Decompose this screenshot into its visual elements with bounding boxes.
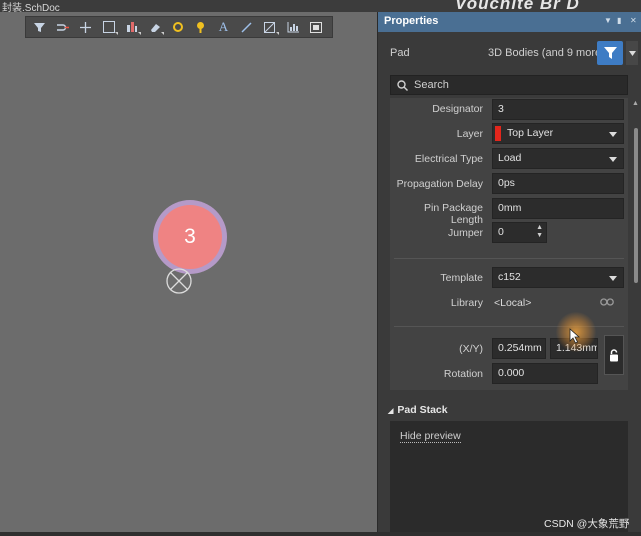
xy-label: (X/Y) [459,343,483,355]
chevron-down-icon [628,50,636,56]
search-input[interactable]: Search [390,75,628,95]
mouse-pointer-icon [569,328,580,344]
propagation-delay-field[interactable]: 0ps [492,173,624,194]
jumper-stepper[interactable]: 0 ▲ ▼ [492,222,547,243]
jumper-value: 0 [498,226,504,238]
link-icon[interactable] [600,297,614,307]
crosshair-icon[interactable] [76,18,95,36]
filter-icon [603,47,617,59]
panel-pin-icon[interactable]: ▮ [617,16,621,25]
library-value: <Local> [494,297,532,309]
layer-color-swatch [495,126,501,141]
layer-label: Layer [456,128,483,140]
jumper-label: Jumper [447,227,483,239]
pin-package-length-field[interactable]: 0mm [492,198,624,219]
status-strip [0,532,641,536]
panel-header: Properties ▼ ▮ ✕ [378,12,641,32]
object-kind-label: Pad [390,47,410,59]
pad-stack-title: Pad Stack [397,404,448,416]
layer-value: Top Layer [507,127,554,139]
pad-place-icon[interactable] [168,18,187,36]
lock-icon [610,348,618,361]
template-value: c152 [498,271,521,283]
line-icon[interactable] [237,18,256,36]
properties-scrollbar[interactable] [634,128,638,283]
pin-package-length-label: Pin Package Length [424,202,483,226]
pcb-canvas[interactable]: A 3 [0,12,377,532]
layer-select[interactable]: Top Layer [492,123,624,144]
rectangle-select-icon[interactable] [99,18,118,36]
region-icon[interactable] [260,18,279,36]
board-icon[interactable] [306,18,325,36]
via-place-icon[interactable] [191,18,210,36]
electrical-type-select[interactable]: Load [492,148,624,169]
designator-label: Designator [432,103,483,115]
search-placeholder: Search [414,79,449,91]
filter-button[interactable] [597,41,623,65]
stepper-arrows-icon[interactable]: ▲ ▼ [536,224,543,240]
scroll-up-icon[interactable]: ▲ [632,100,639,107]
pad-origin-marker-icon [166,268,192,294]
eraser-icon[interactable] [145,18,164,36]
pad-stack-header[interactable]: ◢ Pad Stack [388,404,448,416]
chart-icon[interactable] [283,18,302,36]
template-label: Template [440,272,483,284]
filter-dropdown-button[interactable] [626,41,638,65]
hide-preview-link[interactable]: Hide preview [400,430,461,443]
watermark-text: CSDN @大象荒野 [544,518,630,530]
designator-field[interactable]: 3 [492,99,624,120]
filter-summary: 3D Bodies (and 9 more) [488,47,605,59]
rotation-field[interactable]: 0.000 [492,363,598,384]
propagation-delay-label: Propagation Delay [396,178,483,190]
lock-position-button[interactable] [604,335,624,375]
electrical-type-label: Electrical Type [414,153,483,165]
panel-title: Properties [384,15,439,27]
pad-3[interactable]: 3 [158,205,222,269]
template-select[interactable]: c152 [492,267,624,288]
snap-icon[interactable] [53,18,72,36]
library-label: Library [450,297,483,309]
title-bar: 封装.SchDoc Vouchite Br D [0,0,641,14]
filter-icon[interactable] [30,18,49,36]
section-divider [394,258,624,259]
electrical-type-value: Load [498,152,522,164]
search-icon [397,80,408,91]
active-bar-toolbar: A [25,16,333,38]
text-icon[interactable]: A [214,18,233,36]
rotation-label: Rotation [443,368,483,380]
panel-menu-icon[interactable]: ▼ [604,16,612,25]
properties-panel: Properties ▼ ▮ ✕ Pad 3D Bodies (and 9 mo… [377,12,641,532]
pad-properties-section: Designator 3 Layer Top Layer Electrical … [390,98,628,390]
panel-close-icon[interactable]: ✕ [630,16,637,25]
align-icon[interactable] [122,18,141,36]
collapse-triangle-icon: ◢ [388,408,394,415]
x-position-field[interactable]: 0.254mm [492,338,546,359]
